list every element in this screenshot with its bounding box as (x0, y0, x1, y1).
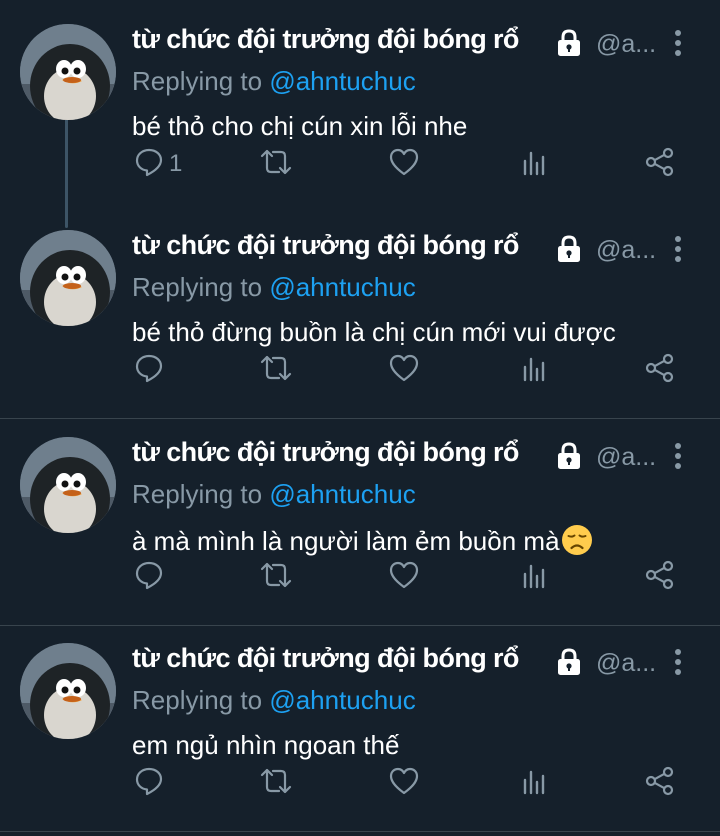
analytics-icon (518, 352, 550, 384)
tweet-text-content: em ngủ nhìn ngoan thế (132, 730, 400, 760)
replying-to: Replying to @ahntuchuc (132, 479, 416, 510)
replying-to-handle[interactable]: @ahntuchuc (269, 272, 415, 302)
like-button[interactable] (388, 559, 420, 595)
replying-to: Replying to @ahntuchuc (132, 272, 416, 303)
more-options-icon[interactable] (674, 28, 682, 58)
tweet[interactable]: từ chức đội trưởng đội bóng rổ @a... Rep… (0, 619, 720, 829)
retweet-icon (258, 352, 294, 384)
tweet-text-content: bé thỏ đừng buồn là chị cún mới vui được (132, 317, 616, 347)
share-button[interactable] (644, 352, 676, 388)
more-options-icon[interactable] (674, 647, 682, 677)
tweet-text: à mà mình là người làm ẻm buồn mà (132, 524, 593, 557)
author-name[interactable]: từ chức đội trưởng đội bóng rổ (132, 230, 519, 261)
tweet-text: em ngủ nhìn ngoan thế (132, 730, 399, 761)
reply-button[interactable]: 1 (133, 146, 182, 182)
replying-to-handle[interactable]: @ahntuchuc (269, 685, 415, 715)
more-options-icon[interactable] (674, 441, 682, 471)
tweet-header: từ chức đội trưởng đội bóng rổ @a... (132, 228, 702, 268)
like-button[interactable] (388, 352, 420, 388)
like-icon (388, 146, 420, 178)
share-icon (644, 765, 676, 797)
share-icon (644, 146, 676, 178)
replying-to: Replying to @ahntuchuc (132, 685, 416, 716)
replying-to: Replying to @ahntuchuc (132, 66, 416, 97)
tweet-text: bé thỏ đừng buồn là chị cún mới vui được (132, 317, 616, 348)
avatar[interactable] (20, 437, 116, 533)
replying-to-label: Replying to (132, 272, 263, 302)
tweet-header: từ chức đội trưởng đội bóng rổ @a... (132, 435, 702, 475)
author-handle[interactable]: @a... (596, 443, 656, 472)
reply-button[interactable] (133, 765, 165, 801)
retweet-button[interactable] (258, 559, 294, 595)
tweet[interactable]: từ chức đội trưởng đội bóng rổ @a... Rep… (0, 413, 720, 625)
analytics-button[interactable] (518, 352, 550, 388)
tweet-text-content: à mà mình là người làm ẻm buồn mà (132, 526, 560, 556)
like-button[interactable] (388, 765, 420, 801)
retweet-button[interactable] (258, 765, 294, 801)
lock-icon (554, 234, 584, 264)
analytics-button[interactable] (518, 559, 550, 595)
reply-icon (133, 146, 165, 178)
lock-icon (554, 441, 584, 471)
analytics-icon (518, 559, 550, 591)
author-name[interactable]: từ chức đội trưởng đội bóng rổ (132, 437, 519, 468)
author-name[interactable]: từ chức đội trưởng đội bóng rổ (132, 643, 519, 674)
divider (0, 831, 720, 832)
lock-icon (554, 647, 584, 677)
analytics-button[interactable] (518, 765, 550, 801)
retweet-button[interactable] (258, 352, 294, 388)
retweet-button[interactable] (258, 146, 294, 182)
analytics-button[interactable] (518, 146, 550, 182)
tweet[interactable]: từ chức đội trưởng đội bóng rổ @a... Rep… (0, 206, 720, 418)
retweet-icon (258, 559, 294, 591)
author-handle[interactable]: @a... (596, 236, 656, 265)
like-icon (388, 352, 420, 384)
replying-to-handle[interactable]: @ahntuchuc (269, 66, 415, 96)
reply-icon (133, 765, 165, 797)
share-icon (644, 352, 676, 384)
author-handle[interactable]: @a... (596, 649, 656, 678)
share-button[interactable] (644, 559, 676, 595)
share-button[interactable] (644, 146, 676, 182)
replying-to-label: Replying to (132, 479, 263, 509)
tweet-text: bé thỏ cho chị cún xin lỗi nhe (132, 111, 467, 142)
replying-to-label: Replying to (132, 66, 263, 96)
avatar[interactable] (20, 230, 116, 326)
share-button[interactable] (644, 765, 676, 801)
tweet-feed: từ chức đội trưởng đội bóng rổ @a... Rep… (0, 0, 720, 836)
replying-to-handle[interactable]: @ahntuchuc (269, 479, 415, 509)
replying-to-label: Replying to (132, 685, 263, 715)
reply-count: 1 (169, 150, 183, 177)
retweet-icon (258, 765, 294, 797)
lock-icon (554, 28, 584, 58)
analytics-icon (518, 146, 550, 178)
retweet-icon (258, 146, 294, 178)
author-handle[interactable]: @a... (596, 30, 656, 59)
avatar[interactable] (20, 24, 116, 120)
reply-icon (133, 559, 165, 591)
author-name[interactable]: từ chức đội trưởng đội bóng rổ (132, 24, 519, 55)
avatar[interactable] (20, 643, 116, 739)
analytics-icon (518, 765, 550, 797)
tweet-text-content: bé thỏ cho chị cún xin lỗi nhe (132, 111, 468, 141)
tweet-header: từ chức đội trưởng đội bóng rổ @a... (132, 641, 702, 681)
tweet[interactable]: từ chức đội trưởng đội bóng rổ @a... Rep… (0, 0, 720, 205)
like-button[interactable] (388, 146, 420, 182)
reply-button[interactable] (133, 559, 165, 595)
share-icon (644, 559, 676, 591)
like-icon (388, 559, 420, 591)
reply-button[interactable] (133, 352, 165, 388)
tweet-header: từ chức đội trưởng đội bóng rổ @a... (132, 22, 702, 62)
reply-icon (133, 352, 165, 384)
like-icon (388, 765, 420, 797)
disappointed-face-emoji (561, 524, 593, 556)
more-options-icon[interactable] (674, 234, 682, 264)
